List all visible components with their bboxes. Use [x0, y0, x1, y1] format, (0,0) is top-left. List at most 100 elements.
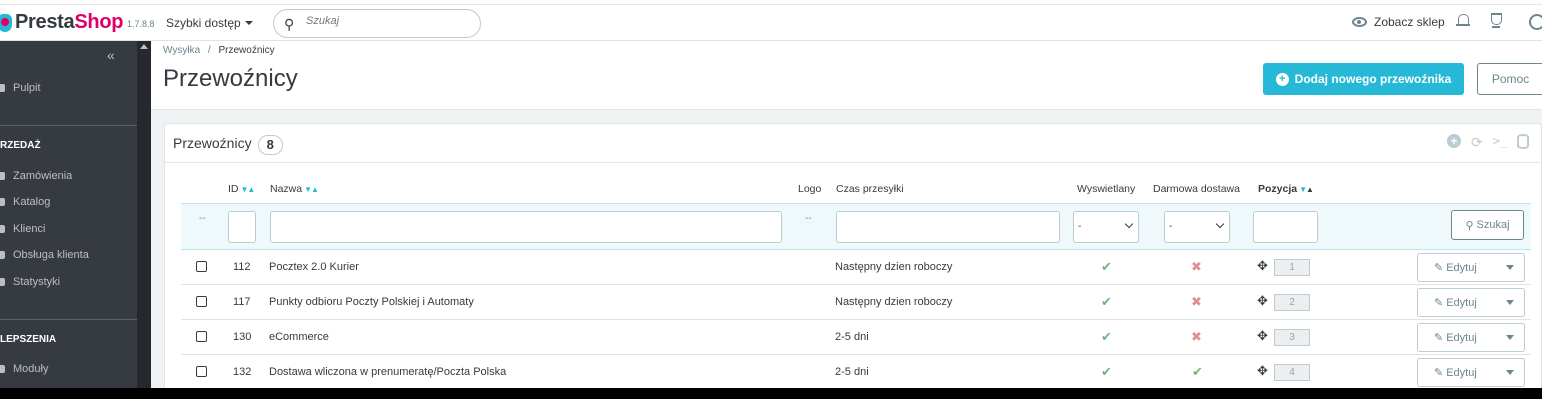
- row-checkbox[interactable]: [196, 296, 207, 307]
- table-row[interactable]: 117 Punkty odbioru Poczty Polskiej i Aut…: [181, 285, 1531, 320]
- panel-heading: Przewoźnicy 8 + ⟳ >_: [165, 124, 1542, 163]
- prestashop-logo-icon: [0, 13, 12, 32]
- filter-id-input[interactable]: [228, 211, 256, 243]
- sidebar-item-customer-service[interactable]: Obsługa klienta: [0, 249, 89, 261]
- sidebar-scrollbar[interactable]: [137, 41, 151, 388]
- modules-icon: [0, 365, 5, 373]
- dropdown-toggle-icon[interactable]: [1496, 359, 1525, 386]
- table-row[interactable]: 132 Dostawa wliczona w prenumeratę/Poczt…: [181, 355, 1531, 388]
- cell-id: 117: [233, 296, 251, 308]
- filter-placeholder-dash: --: [199, 213, 206, 224]
- edit-button[interactable]: ✎ Edytuj: [1417, 253, 1525, 282]
- refresh-icon[interactable]: ⟳: [1471, 134, 1483, 151]
- check-icon[interactable]: ✔: [1101, 329, 1112, 345]
- database-export-icon[interactable]: [1517, 134, 1530, 149]
- add-carrier-button[interactable]: + Dodaj nowego przewoźnika: [1263, 63, 1464, 95]
- sidebar-item-stats[interactable]: Statystyki: [0, 276, 60, 288]
- column-header-id[interactable]: ID ▼▲: [228, 183, 256, 195]
- search-input[interactable]: [306, 15, 466, 27]
- sidebar-item-catalog[interactable]: Katalog: [0, 196, 50, 208]
- edit-button[interactable]: ✎ Edytuj: [1417, 288, 1525, 317]
- search-icon: ⚲: [1465, 219, 1474, 232]
- column-header-position[interactable]: Pozycja ▼▲: [1258, 183, 1314, 195]
- view-shop-link[interactable]: Zobacz sklep: [1352, 15, 1445, 29]
- add-new-icon[interactable]: +: [1447, 134, 1461, 148]
- filter-delay-input[interactable]: [836, 211, 1060, 243]
- sidebar-item-dashboard[interactable]: Pulpit: [0, 82, 41, 94]
- filter-search-button[interactable]: ⚲ Szukaj: [1451, 210, 1524, 240]
- view-shop-label: Zobacz sklep: [1374, 15, 1445, 29]
- row-checkbox[interactable]: [196, 366, 207, 377]
- column-header-name[interactable]: Nazwa ▼▲: [270, 183, 319, 195]
- table-row[interactable]: 112 Pocztex 2.0 Kurier Następny dzien ro…: [181, 250, 1531, 285]
- panel-toolbar: + ⟳ >_: [1447, 134, 1530, 151]
- cell-delay: 2-5 dni: [835, 331, 869, 343]
- drag-handle-icon[interactable]: ✥: [1257, 258, 1268, 274]
- scroll-up-icon[interactable]: [140, 44, 148, 49]
- dropdown-toggle-icon[interactable]: [1496, 254, 1525, 281]
- table-row[interactable]: 130 eCommerce 2-5 dni ✔ ✖ ✥ 3 ✎ Edytuj: [181, 320, 1531, 355]
- drag-handle-icon[interactable]: ✥: [1257, 363, 1268, 379]
- search-box[interactable]: ⚲: [273, 9, 481, 38]
- filter-name-input[interactable]: [270, 211, 782, 243]
- cross-icon[interactable]: ✖: [1191, 259, 1202, 275]
- page-header: Wysyłka / Przewoźnicy Przewoźnicy + Doda…: [151, 41, 1542, 110]
- panel-title-text: Przewoźnicy: [173, 135, 252, 151]
- quick-access-dropdown[interactable]: Szybki dostęp: [166, 16, 253, 30]
- sql-query-icon[interactable]: >_: [1493, 134, 1507, 151]
- sort-arrows-icon[interactable]: ▼▲: [241, 185, 256, 194]
- sidebar-item-label: Pulpit: [13, 82, 41, 94]
- filter-row: -- -- - - ⚲ Szukaj: [181, 203, 1531, 250]
- edit-button[interactable]: ✎ Edytuj: [1417, 323, 1525, 352]
- position-value: 1: [1274, 259, 1310, 276]
- dropdown-toggle-icon[interactable]: [1496, 324, 1525, 351]
- column-header-label: Nazwa: [270, 183, 303, 195]
- cell-name: Punkty odbioru Poczty Polskiej i Automat…: [269, 296, 474, 308]
- drag-handle-icon[interactable]: ✥: [1257, 293, 1268, 309]
- breadcrumb-current: Przewoźnicy: [218, 45, 275, 56]
- cross-icon[interactable]: ✖: [1191, 294, 1202, 310]
- filter-position-input[interactable]: [1253, 211, 1318, 243]
- eye-icon: [1352, 17, 1367, 27]
- sidebar-item-modules[interactable]: Moduły: [0, 363, 48, 375]
- row-checkbox[interactable]: [196, 331, 207, 342]
- check-icon[interactable]: ✔: [1101, 259, 1112, 275]
- pencil-icon: ✎: [1434, 297, 1444, 309]
- search-icon: ⚲: [284, 16, 295, 32]
- page-title: Przewoźnicy: [163, 65, 298, 92]
- pencil-icon: ✎: [1434, 332, 1444, 344]
- dropdown-toggle-icon[interactable]: [1496, 289, 1525, 316]
- trophy-icon[interactable]: [1489, 13, 1503, 29]
- row-checkbox[interactable]: [196, 261, 207, 272]
- filter-free-value: -: [1169, 221, 1173, 232]
- sort-arrows-icon[interactable]: ▼▲: [304, 185, 319, 194]
- notifications-bell-icon[interactable]: [1456, 14, 1470, 28]
- collapse-sidebar-icon[interactable]: «: [107, 47, 115, 63]
- edit-button[interactable]: ✎ Edytuj: [1417, 358, 1525, 387]
- filter-active-select[interactable]: -: [1073, 211, 1139, 243]
- sidebar-item-customers[interactable]: Klienci: [0, 223, 45, 235]
- edit-text: Edytuj: [1446, 262, 1477, 274]
- column-header-delay: Czas przesyłki: [836, 183, 904, 195]
- filter-free-select[interactable]: -: [1164, 211, 1230, 243]
- drag-handle-icon[interactable]: ✥: [1257, 328, 1268, 344]
- sort-arrows-icon[interactable]: ▼▲: [1299, 185, 1314, 194]
- cross-icon[interactable]: ✖: [1191, 329, 1202, 345]
- breadcrumb-parent[interactable]: Wysyłka: [163, 45, 200, 56]
- help-button[interactable]: Pomoc: [1477, 63, 1542, 95]
- edit-text: Edytuj: [1446, 297, 1477, 309]
- sidebar-item-label: Zamówienia: [13, 170, 73, 182]
- edit-button-label: ✎ Edytuj: [1434, 331, 1477, 344]
- sidebar-item-orders[interactable]: Zamówienia: [0, 170, 72, 182]
- check-icon[interactable]: ✔: [1101, 364, 1112, 380]
- breadcrumb-separator: /: [207, 45, 211, 56]
- check-icon[interactable]: ✔: [1192, 364, 1203, 380]
- sidebar-item-label: Klienci: [13, 223, 46, 235]
- column-header-label: ID: [228, 183, 239, 195]
- user-avatar-icon[interactable]: [1529, 14, 1542, 30]
- check-icon[interactable]: ✔: [1101, 294, 1112, 310]
- dashboard-icon: [0, 84, 5, 92]
- cell-name: Dostawa wliczona w prenumeratę/Poczta Po…: [269, 366, 507, 378]
- prestashop-logo[interactable]: PrestaShop: [0, 11, 123, 34]
- pencil-icon: ✎: [1434, 262, 1444, 274]
